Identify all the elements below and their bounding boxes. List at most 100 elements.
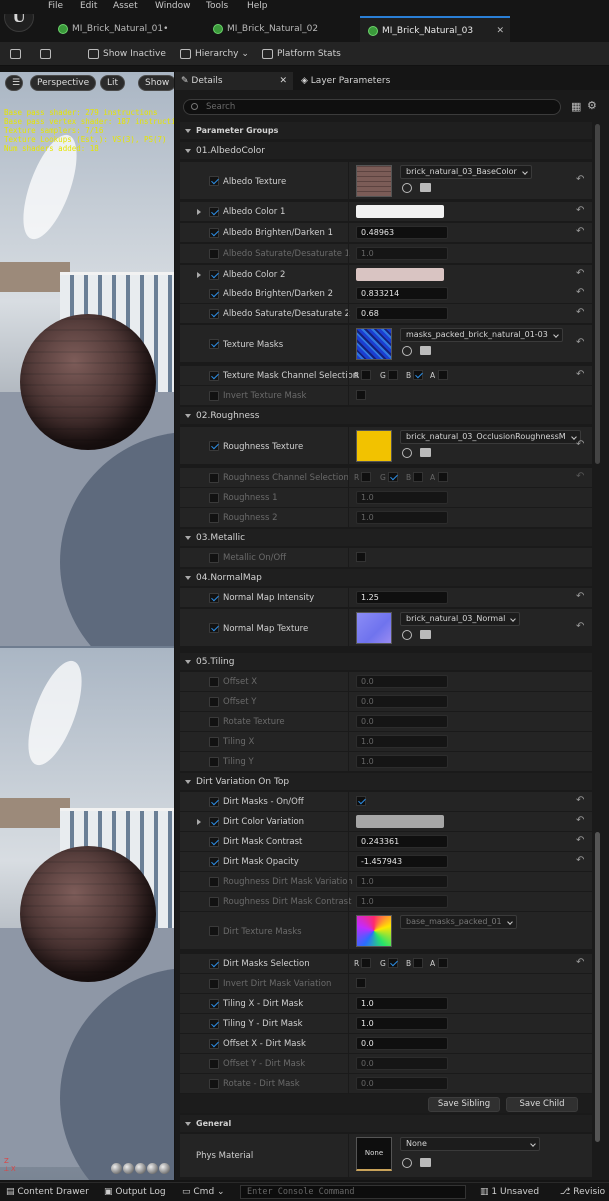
use-selected-icon[interactable] bbox=[402, 346, 412, 356]
channel-a-checkbox[interactable] bbox=[438, 472, 448, 482]
reset-icon[interactable]: ↶ bbox=[576, 307, 584, 318]
browse-folder-icon[interactable] bbox=[420, 1158, 431, 1167]
albedo-color-2-swatch[interactable] bbox=[356, 268, 444, 281]
save-button[interactable] bbox=[10, 42, 25, 66]
rotate-dirt-mask-checkbox[interactable] bbox=[209, 1079, 219, 1089]
tab-details[interactable]: ✎ Details ✕ bbox=[175, 72, 293, 90]
channel-b-checkbox[interactable] bbox=[413, 370, 423, 380]
close-icon[interactable]: ✕ bbox=[496, 18, 504, 44]
roughness-texture-dropdown[interactable]: brick_natural_03_OcclusionRoughnessM bbox=[400, 430, 581, 444]
details-scrollbar[interactable] bbox=[595, 124, 600, 464]
channel-b-checkbox[interactable] bbox=[413, 472, 423, 482]
rotate-texture-checkbox[interactable] bbox=[209, 717, 219, 727]
viewport-menu-button[interactable]: ☰ bbox=[5, 75, 23, 91]
texture-masks-checkbox[interactable] bbox=[209, 339, 219, 349]
use-selected-icon[interactable] bbox=[402, 630, 412, 640]
dirt-color-swatch[interactable] bbox=[356, 815, 444, 828]
chevron-right-icon[interactable] bbox=[197, 819, 201, 825]
albedo-texture-thumbnail[interactable] bbox=[356, 165, 392, 197]
dirt-masks-onoff-value[interactable] bbox=[356, 796, 366, 806]
normal-map-intensity-field[interactable]: 1.25 bbox=[356, 591, 448, 604]
roughness-1-checkbox[interactable] bbox=[209, 493, 219, 503]
preview-shape-icon[interactable] bbox=[147, 1163, 158, 1174]
tab-mi-brick-natural-02[interactable]: MI_Brick_Natural_02 bbox=[205, 16, 355, 42]
reset-icon[interactable]: ↶ bbox=[576, 205, 584, 216]
dirt-texture-masks-dropdown[interactable]: base_masks_packed_01 bbox=[400, 915, 517, 929]
reset-icon[interactable]: ↶ bbox=[576, 855, 584, 866]
metallic-onoff-checkbox[interactable] bbox=[209, 553, 219, 563]
channel-g-checkbox[interactable] bbox=[388, 472, 398, 482]
show-inactive-button[interactable]: Show Inactive bbox=[88, 42, 166, 66]
lit-button[interactable]: Lit bbox=[100, 75, 126, 91]
roughness-texture-thumbnail[interactable] bbox=[356, 430, 392, 462]
phys-material-thumbnail[interactable]: None bbox=[356, 1137, 392, 1171]
reset-icon[interactable]: ↶ bbox=[576, 268, 584, 279]
group-metallic[interactable]: 03.Metallic bbox=[180, 529, 592, 547]
dirt-texture-masks-checkbox[interactable] bbox=[209, 926, 219, 936]
preview-shape-icon[interactable] bbox=[135, 1163, 146, 1174]
reset-icon[interactable]: ↶ bbox=[576, 835, 584, 846]
roughness-dirt-mask-contrast-field[interactable]: 1.0 bbox=[356, 895, 448, 908]
albedo-brighten-darken-2-checkbox[interactable] bbox=[209, 289, 219, 299]
invert-dirt-mask-variation-value[interactable] bbox=[356, 978, 366, 988]
invert-dirt-mask-variation-checkbox[interactable] bbox=[209, 979, 219, 989]
viewport-top-pane[interactable]: Base pass shader: 279 instructions Base p… bbox=[0, 72, 174, 646]
offset-x-dirt-mask-checkbox[interactable] bbox=[209, 1039, 219, 1049]
roughness-2-checkbox[interactable] bbox=[209, 513, 219, 523]
menu-window[interactable]: Window bbox=[155, 0, 191, 12]
reset-icon[interactable]: ↶ bbox=[576, 591, 584, 602]
menu-tools[interactable]: Tools bbox=[206, 0, 228, 12]
albedo-saturate-desaturate-1-field[interactable]: 1.0 bbox=[356, 247, 448, 260]
tiling-y-dirt-mask-field[interactable]: 1.0 bbox=[356, 1017, 448, 1030]
phys-material-dropdown[interactable]: None bbox=[400, 1137, 540, 1151]
search-input[interactable]: Search bbox=[183, 99, 561, 115]
tiling-x-dirt-mask-field[interactable]: 1.0 bbox=[356, 997, 448, 1010]
browse-folder-icon[interactable] bbox=[420, 630, 431, 639]
group-tiling[interactable]: 05.Tiling bbox=[180, 653, 592, 671]
reset-icon[interactable]: ↶ bbox=[576, 815, 584, 826]
normal-map-texture-dropdown[interactable]: brick_natural_03_Normal bbox=[400, 612, 521, 626]
tiling-y-dirt-mask-checkbox[interactable] bbox=[209, 1019, 219, 1029]
preview-shape-buttons[interactable] bbox=[110, 1163, 170, 1176]
tiling-y-field[interactable]: 1.0 bbox=[356, 755, 448, 768]
tiling-x-checkbox[interactable] bbox=[209, 737, 219, 747]
reset-icon[interactable]: ↶ bbox=[576, 369, 584, 380]
albedo-saturate-desaturate-1-checkbox[interactable] bbox=[209, 249, 219, 259]
normal-map-texture-checkbox[interactable] bbox=[209, 623, 219, 633]
platform-stats-button[interactable]: Platform Stats bbox=[262, 42, 341, 66]
dirt-texture-masks-thumbnail[interactable] bbox=[356, 915, 392, 947]
rotate-texture-field[interactable]: 0.0 bbox=[356, 715, 448, 728]
chevron-right-icon[interactable] bbox=[197, 272, 201, 278]
roughness-2-field[interactable]: 1.0 bbox=[356, 511, 448, 524]
browse-folder-icon[interactable] bbox=[420, 346, 431, 355]
console-command-input[interactable]: Enter Console Command bbox=[240, 1185, 466, 1199]
offset-x-field[interactable]: 0.0 bbox=[356, 675, 448, 688]
content-drawer-button[interactable]: ▤ Content Drawer bbox=[6, 1183, 89, 1201]
perspective-button[interactable]: Perspective bbox=[30, 75, 97, 91]
albedo-texture-checkbox[interactable] bbox=[209, 176, 219, 186]
metallic-onoff-value[interactable] bbox=[356, 552, 366, 562]
offset-y-checkbox[interactable] bbox=[209, 697, 219, 707]
dirt-mask-contrast-checkbox[interactable] bbox=[209, 837, 219, 847]
tab-layer-parameters[interactable]: ◈ Layer Parameters bbox=[301, 72, 390, 90]
rotate-dirt-mask-field[interactable]: 0.0 bbox=[356, 1077, 448, 1090]
preview-shape-icon[interactable] bbox=[123, 1163, 134, 1174]
dirt-mask-opacity-checkbox[interactable] bbox=[209, 857, 219, 867]
reset-icon[interactable]: ↶ bbox=[576, 439, 584, 450]
parameter-groups-header[interactable]: Parameter Groups bbox=[180, 122, 592, 140]
normal-map-intensity-checkbox[interactable] bbox=[209, 593, 219, 603]
albedo-saturate-desaturate-2-checkbox[interactable] bbox=[209, 309, 219, 319]
channel-r-checkbox[interactable] bbox=[361, 472, 371, 482]
output-log-button[interactable]: ▣ Output Log bbox=[104, 1183, 166, 1201]
dirt-masks-onoff-checkbox[interactable] bbox=[209, 797, 219, 807]
albedo-color-1-checkbox[interactable] bbox=[209, 207, 219, 217]
group-dirt-variation[interactable]: Dirt Variation On Top bbox=[180, 773, 592, 791]
roughness-texture-checkbox[interactable] bbox=[209, 441, 219, 451]
dirt-color-variation-checkbox[interactable] bbox=[209, 817, 219, 827]
viewport-bottom-pane[interactable]: Z ⟂ X bbox=[0, 648, 174, 1180]
group-normal-map[interactable]: 04.NormalMap bbox=[180, 569, 592, 587]
browse-folder-icon[interactable] bbox=[420, 448, 431, 457]
tiling-x-field[interactable]: 1.0 bbox=[356, 735, 448, 748]
albedo-brighten-darken-2-field[interactable]: 0.833214 bbox=[356, 287, 448, 300]
reset-icon[interactable]: ↶ bbox=[576, 226, 584, 237]
